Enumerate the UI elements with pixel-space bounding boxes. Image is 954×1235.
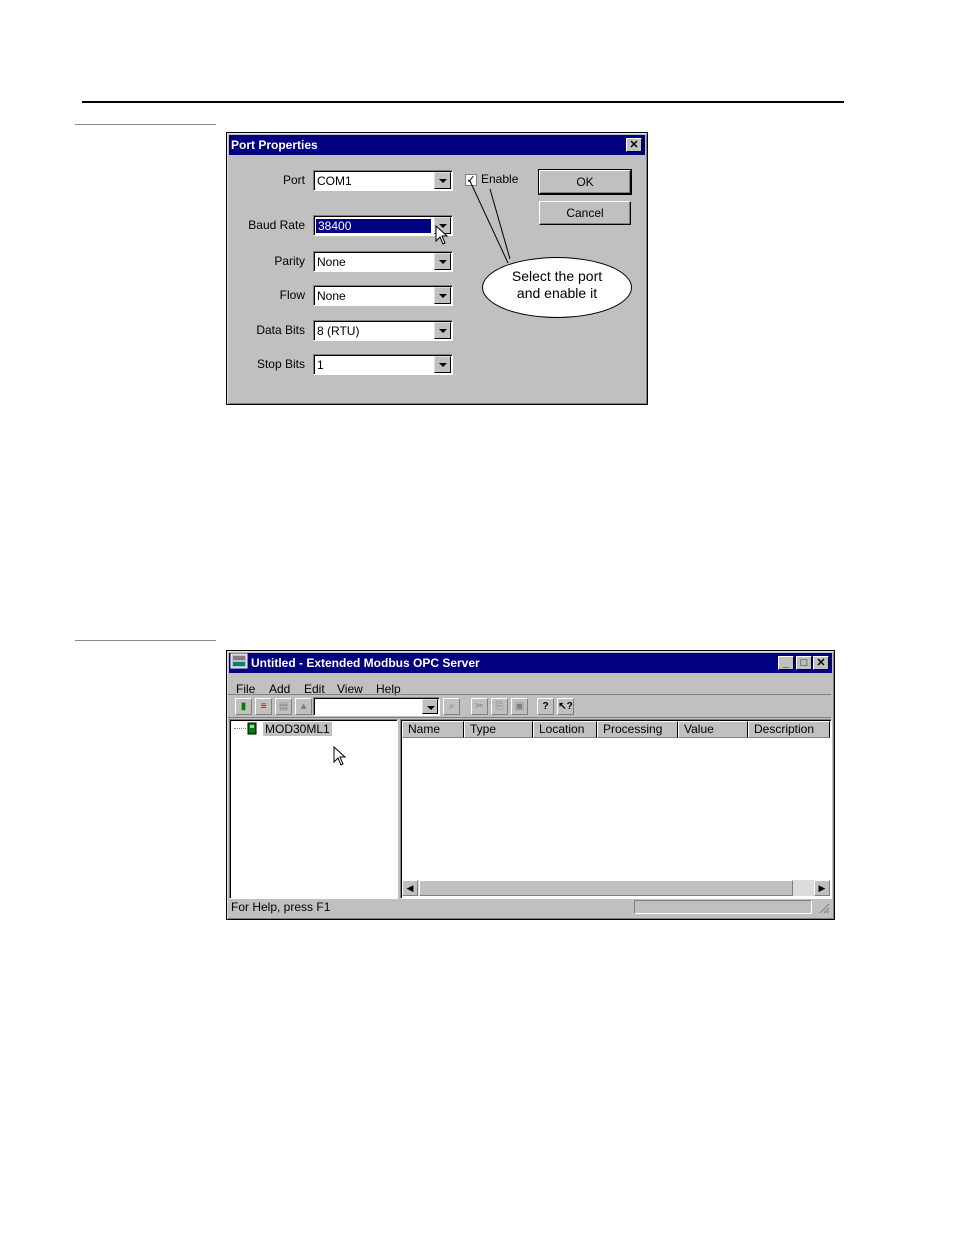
callout-pointer-lines: [469, 180, 511, 264]
cursor-arrow-icon: [333, 746, 347, 766]
toolbar-separator: [228, 717, 831, 718]
chevron-down-icon[interactable]: [434, 322, 451, 339]
ok-button[interactable]: OK: [538, 169, 632, 195]
callout-line-1: Select the port: [511, 268, 603, 284]
app-title: Untitled - Extended Modbus OPC Server: [251, 656, 480, 670]
column-header-value[interactable]: Value: [678, 721, 748, 738]
flow-value: None: [317, 289, 346, 303]
baud-rate-value: 38400: [316, 219, 431, 233]
page-top-rule: [82, 101, 844, 103]
callout-bubble: Select the port and enable it: [482, 257, 632, 318]
chevron-down-icon[interactable]: [434, 287, 451, 304]
side-rule-1: [75, 124, 216, 125]
scroll-right-icon[interactable]: ▶: [814, 880, 830, 896]
chevron-down-icon[interactable]: [434, 356, 451, 373]
help-icon[interactable]: ?: [537, 698, 554, 715]
add-item-icon[interactable]: ▤: [275, 698, 292, 715]
column-header-location[interactable]: Location: [533, 721, 597, 738]
port-value: COM1: [317, 174, 352, 188]
scroll-left-icon[interactable]: ◀: [402, 880, 418, 896]
new-device-icon[interactable]: ▮: [235, 698, 252, 715]
paste-icon[interactable]: ▣: [511, 698, 528, 715]
data-bits-combo[interactable]: 8 (RTU): [313, 320, 453, 341]
parity-label: Parity: [274, 254, 305, 268]
column-header-processing[interactable]: Processing: [597, 721, 678, 738]
menu-separator: [228, 694, 831, 695]
resize-grip-icon[interactable]: [818, 902, 830, 914]
stop-bits-label: Stop Bits: [256, 357, 305, 371]
stop-bits-combo[interactable]: 1: [313, 354, 453, 375]
flow-label: Flow: [279, 288, 305, 302]
tree-pane[interactable]: [229, 719, 398, 899]
close-icon[interactable]: ✕: [813, 656, 829, 670]
app-titlebar: Untitled - Extended Modbus OPC Server _ …: [229, 653, 832, 673]
chevron-down-icon[interactable]: [422, 699, 438, 714]
data-bits-value: 8 (RTU): [317, 324, 360, 338]
add-group-icon[interactable]: ≡: [255, 698, 272, 715]
copy-icon[interactable]: ⎘: [491, 698, 508, 715]
maximize-icon[interactable]: □: [796, 656, 812, 670]
device-icon: [247, 722, 257, 735]
tree-item-device[interactable]: MOD30ML1: [263, 722, 332, 736]
port-label: Port: [282, 173, 305, 187]
stop-bits-value: 1: [317, 358, 324, 372]
column-header-name[interactable]: Name: [402, 721, 464, 738]
search-icon[interactable]: ⌕: [443, 698, 460, 715]
dialog-titlebar: Port Properties ✕: [229, 135, 645, 155]
parity-value: None: [317, 255, 346, 269]
scrollbar-thumb[interactable]: [419, 880, 793, 896]
status-panel: [634, 900, 812, 914]
status-text: For Help, press F1: [231, 900, 331, 914]
callout-line-2: and enable it: [516, 285, 598, 301]
app-icon: [230, 653, 248, 669]
side-rule-2: [75, 640, 216, 641]
parity-combo[interactable]: None: [313, 251, 453, 272]
port-combo[interactable]: COM1: [313, 170, 453, 191]
cut-icon[interactable]: ✂: [471, 698, 488, 715]
column-header-type[interactable]: Type: [464, 721, 533, 738]
toolbar-combo[interactable]: [313, 697, 440, 716]
column-header-description[interactable]: Description: [748, 721, 830, 738]
import-icon[interactable]: ▲: [295, 698, 312, 715]
minimize-icon[interactable]: _: [778, 656, 794, 670]
flow-combo[interactable]: None: [313, 285, 453, 306]
baud-rate-combo[interactable]: 38400: [313, 215, 453, 236]
context-help-icon[interactable]: ↖?: [557, 698, 574, 715]
dialog-title: Port Properties: [231, 138, 318, 152]
data-bits-label: Data Bits: [256, 323, 305, 337]
baud-rate-label: Baud Rate: [248, 218, 305, 232]
close-icon[interactable]: ✕: [626, 138, 642, 152]
cancel-button[interactable]: Cancel: [539, 201, 631, 225]
list-pane[interactable]: [400, 719, 832, 899]
